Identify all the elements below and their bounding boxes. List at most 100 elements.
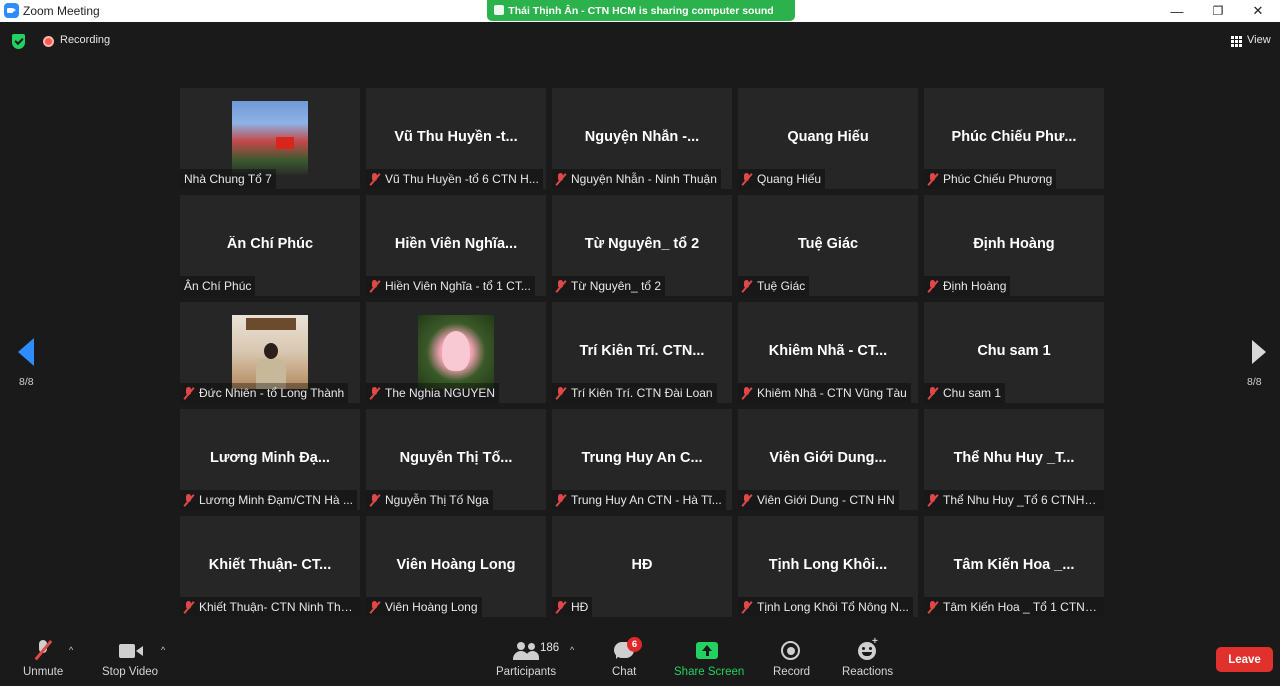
close-window-button[interactable]: ✕ — [1238, 0, 1278, 22]
participant-tile[interactable]: Trí Kiên Trí. CTN... Trí Kiên Trí. CTN Đà… — [552, 302, 732, 403]
participant-display-name: HĐ — [631, 557, 653, 573]
video-options-caret-icon[interactable]: ^ — [161, 645, 165, 655]
chat-unread-badge: 6 — [627, 637, 642, 652]
microphone-muted-icon — [928, 386, 938, 400]
participant-tile[interactable]: Khiết Thuận- CT... Khiết Thuận- CTN Ninh … — [180, 516, 360, 617]
participant-name-label: Chu sam 1 — [943, 386, 1002, 400]
audio-options-caret-icon[interactable]: ^ — [69, 645, 73, 655]
participant-name-caption: Chu sam 1 — [924, 383, 1006, 403]
participant-tile[interactable]: Phúc Chiếu Phư... Phúc Chiếu Phương — [924, 88, 1104, 189]
sharing-icon — [494, 5, 504, 15]
participant-name-label: Khiêm Nhã - CTN Vũng Tàu — [757, 386, 907, 400]
participant-tile[interactable]: Đức Nhiên - tổ Long Thành — [180, 302, 360, 403]
participant-display-name: Trí Kiên Trí. CTN... — [579, 343, 705, 359]
record-button[interactable]: Record — [768, 630, 812, 686]
participants-button[interactable]: 186 Participants — [494, 630, 560, 686]
participant-display-name: Định Hoàng — [973, 236, 1055, 252]
unmute-label: Unmute — [23, 666, 64, 678]
view-button[interactable]: View — [1247, 34, 1271, 46]
participant-tile[interactable]: Tâm Kiến Hoa _... Tâm Kiến Hoa _ Tổ 1 CTN… — [924, 516, 1104, 617]
participant-name-label: Phúc Chiếu Phương — [943, 172, 1053, 186]
participant-tile[interactable]: Quang Hiếu Quang Hiếu — [738, 88, 918, 189]
security-shield-icon[interactable] — [12, 34, 25, 49]
microphone-muted-icon — [370, 600, 380, 614]
participants-label: Participants — [496, 666, 557, 678]
unmute-button[interactable]: Unmute — [14, 630, 72, 686]
participants-options-caret-icon[interactable]: ^ — [570, 645, 574, 655]
microphone-muted-icon — [370, 172, 380, 186]
participant-name-label: Ân Chí Phúc — [184, 279, 252, 293]
participant-display-name: Chu sam 1 — [977, 343, 1051, 359]
participant-name-label: Định Hoàng — [943, 279, 1007, 293]
participant-tile[interactable]: Tuệ Giác Tuệ Giác — [738, 195, 918, 296]
stop-video-label: Stop Video — [102, 666, 159, 678]
previous-page-arrow-icon[interactable] — [18, 338, 34, 366]
participant-name-label: Tịnh Long Khôi Tổ Nông N... — [757, 600, 909, 614]
participant-display-name: Lương Minh Đạ... — [210, 450, 330, 466]
stop-video-button[interactable]: Stop Video — [100, 630, 162, 686]
participants-count: 186 — [540, 642, 560, 654]
participant-display-name: Khiết Thuận- CT... — [208, 557, 332, 573]
participant-name-caption: The Nghia NGUYEN — [366, 383, 500, 403]
participant-name-label: Nguyện Nhẫn - Ninh Thuận — [571, 172, 717, 186]
participant-name-caption: Khiết Thuận- CTN Ninh Thu... — [180, 597, 360, 617]
microphone-muted-icon — [370, 279, 380, 293]
participant-tile[interactable]: Thể Nhu Huy _T... Thể Nhu Huy _Tổ 6 CTNHC… — [924, 409, 1104, 510]
record-label: Record — [773, 666, 811, 678]
participant-tile[interactable]: Nhà Chung Tổ 7 — [180, 88, 360, 189]
participant-tile[interactable]: Vũ Thu Huyền -t... Vũ Thu Huyền -tổ 6 CTN… — [366, 88, 546, 189]
participant-name-caption: Viên Hoàng Long — [366, 597, 482, 617]
next-page-arrow-icon[interactable] — [1252, 340, 1266, 364]
participant-tile[interactable]: Khiêm Nhã - CT... Khiêm Nhã - CTN Vũng Tà… — [738, 302, 918, 403]
participant-name-caption: Định Hoàng — [924, 276, 1011, 296]
participant-tile[interactable]: Nguyễn Thị Tố... Nguyễn Thị Tố Nga — [366, 409, 546, 510]
participant-grid: Nhà Chung Tổ 7 Vũ Thu Huyền -t... Vũ Thu H… — [180, 88, 1106, 617]
share-screen-button[interactable]: Share Screen — [672, 630, 745, 686]
participant-name-label: Từ Nguyên_ tổ 2 — [571, 279, 662, 293]
participant-tile[interactable]: Lương Minh Đạ... Lương Minh Đạm/CTN Hà ..… — [180, 409, 360, 510]
participant-name-caption: Đức Nhiên - tổ Long Thành — [180, 383, 349, 403]
record-icon — [781, 641, 800, 660]
participant-display-name: Ân Chí Phúc — [226, 236, 314, 252]
participant-display-name: Thể Nhu Huy _T... — [953, 450, 1075, 466]
participant-name-caption: Quang Hiếu — [738, 169, 826, 189]
participant-tile[interactable]: Từ Nguyên_ tổ 2 Từ Nguyên_ tổ 2 — [552, 195, 732, 296]
reactions-button[interactable]: + Reactions — [838, 630, 894, 686]
microphone-muted-icon — [742, 386, 752, 400]
microphone-muted-icon — [370, 493, 380, 507]
participant-name-label: Nguyễn Thị Tố Nga — [385, 493, 489, 507]
participant-tile[interactable]: Định Hoàng Định Hoàng — [924, 195, 1104, 296]
participant-tile[interactable]: Viên Hoàng Long Viên Hoàng Long — [366, 516, 546, 617]
restore-button[interactable]: ❐ — [1198, 0, 1238, 22]
grid-view-icon[interactable] — [1231, 36, 1242, 47]
participant-name-label: Nhà Chung Tổ 7 — [184, 172, 272, 186]
participant-name-label: Đức Nhiên - tổ Long Thành — [199, 386, 345, 400]
participant-tile[interactable]: Hiền Viên Nghĩa... Hiền Viên Nghĩa - tổ 1… — [366, 195, 546, 296]
participant-name-label: Quang Hiếu — [757, 172, 822, 186]
participant-tile[interactable]: Ân Chí Phúc Ân Chí Phúc — [180, 195, 360, 296]
microphone-muted-icon — [742, 600, 752, 614]
participant-photo — [418, 315, 494, 389]
minimize-button[interactable]: — — [1157, 0, 1197, 22]
participant-tile[interactable]: HĐ HĐ — [552, 516, 732, 617]
participant-tile[interactable]: Viên Giới Dung... Viên Giới Dung - CTN HN — [738, 409, 918, 510]
participant-name-caption: Tâm Kiến Hoa _ Tổ 1 CTNH... — [924, 597, 1104, 617]
microphone-muted-icon — [36, 640, 50, 660]
participant-tile[interactable]: Chu sam 1 Chu sam 1 — [924, 302, 1104, 403]
sharing-banner[interactable]: Thái Thịnh Ân - CTN HCM is sharing compu… — [487, 0, 795, 21]
participant-display-name: Vũ Thu Huyền -t... — [394, 129, 518, 145]
participant-tile[interactable]: Nguyện Nhẫn -... Nguyện Nhẫn - Ninh Thuận — [552, 88, 732, 189]
participant-tile[interactable]: Trung Huy An C... Trung Huy An CTN - Hà T… — [552, 409, 732, 510]
participant-name-caption: Nhà Chung Tổ 7 — [180, 169, 276, 189]
microphone-muted-icon — [184, 600, 194, 614]
zoom-app-icon — [4, 3, 19, 18]
participant-display-name: Nguyễn Thị Tố... — [399, 450, 513, 466]
participant-tile[interactable]: Tịnh Long Khôi... Tịnh Long Khôi Tổ Nông … — [738, 516, 918, 617]
chat-button[interactable]: 6 Chat — [604, 630, 644, 686]
participant-tile[interactable]: The Nghia NGUYEN — [366, 302, 546, 403]
video-camera-icon — [119, 644, 143, 658]
share-screen-label: Share Screen — [674, 666, 745, 678]
recording-label[interactable]: Recording — [60, 34, 110, 46]
microphone-muted-icon — [556, 386, 566, 400]
leave-button[interactable]: Leave — [1216, 647, 1273, 672]
